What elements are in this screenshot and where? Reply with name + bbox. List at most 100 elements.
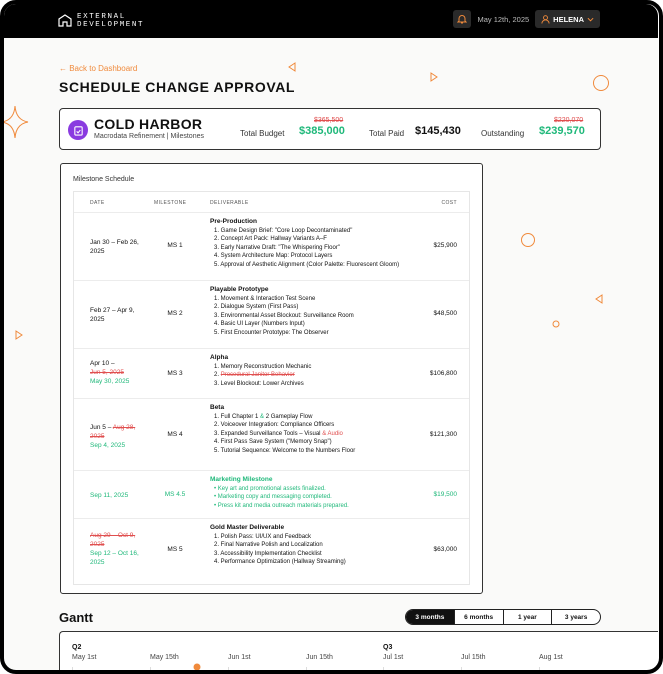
range-3-years[interactable]: 3 years	[551, 610, 600, 624]
notifications-button[interactable]	[453, 10, 472, 28]
table-row[interactable]: Apr 10 – Jun 5, 2025 May 30, 2025 MS 3 A…	[74, 348, 469, 398]
row-milestone: MS 5	[167, 546, 183, 553]
row-milestone: MS 1	[167, 242, 183, 249]
column-header-date: DATE	[90, 200, 105, 206]
gantt-gridline	[539, 667, 540, 670]
row-date: Feb 27 – Apr 9, 2025	[90, 307, 135, 323]
deliverable-item: 2. Final Narrative Polish and Localizati…	[214, 542, 323, 549]
project-subtitle: Macrodata Refinement | Milestones	[94, 133, 204, 140]
gantt-date: May 1st	[72, 654, 97, 661]
deliverable-item: 4. Basic UI Layer (Numbers Input)	[214, 321, 305, 328]
date-removed: Jun 5, 2025	[90, 369, 124, 376]
item-text: 2	[265, 414, 270, 420]
back-to-dashboard-link[interactable]: ← Back to Dashboard	[59, 64, 137, 73]
row-cost: $121,300	[429, 431, 457, 438]
triangle-right-icon	[15, 330, 23, 340]
deliverable-heading: Pre-Production	[210, 218, 257, 225]
table-row[interactable]: Feb 27 – Apr 9, 2025 MS 2 Playable Proto…	[74, 280, 469, 348]
range-6-months[interactable]: 6 months	[453, 610, 503, 624]
item-text: 3. Expanded Surveillance Tools – Visual	[214, 430, 321, 437]
gantt-date: Aug 1st	[539, 654, 563, 661]
user-menu[interactable]: HELENA	[535, 10, 600, 28]
deliverable-item: 3. Level Blockout: Lower Archives	[214, 380, 304, 387]
deliverable-heading: Gold Master Deliverable	[210, 524, 285, 531]
deliverable-item: 3. Environmental Asset Blockout: Surveil…	[214, 312, 354, 319]
page-title: SCHEDULE CHANGE APPROVAL	[59, 79, 296, 95]
outstanding-old: $220,070	[554, 117, 584, 124]
brand-line-2: DEVELOPMENT	[77, 21, 145, 29]
deliverable-item: 2. Dialogue System (First Pass)	[214, 304, 299, 311]
gantt-gridline	[150, 667, 151, 670]
circle-icon	[593, 75, 609, 91]
total-budget-value: $385,000	[299, 125, 345, 137]
column-header-milestone: MILESTONE	[154, 200, 187, 206]
gantt-chart: Q2 Q3 May 1st May 15th Jun 1st Jun 15th …	[59, 631, 658, 670]
deliverable-item: 4. First Pass Save System ("Memory Snap"…	[214, 439, 332, 446]
row-date: Jun 5 – Aug 28, 2025 Sep 4, 2025	[90, 423, 145, 450]
deliverable-item: 3. Accessibility Implementation Checklis…	[214, 550, 322, 557]
total-budget-old: $365,500	[314, 117, 344, 124]
deliverable-item: 5. Tutorial Sequence: Welcome to the Num…	[214, 447, 356, 454]
date-added: Sep 4, 2025	[90, 442, 126, 449]
date-start: Apr 10 –	[90, 360, 115, 367]
triangle-left-icon	[595, 294, 603, 304]
deliverable-item: 3. Early Narrative Draft: "The Whisperin…	[214, 244, 340, 251]
item-added: &	[260, 414, 265, 420]
app-window: EXTERNAL DEVELOPMENT May 12th, 2025 HELE…	[4, 4, 658, 670]
total-paid-label: Total Paid	[369, 129, 405, 138]
table-row[interactable]: Jun 5 – Aug 28, 2025 Sep 4, 2025 MS 4 Be…	[74, 398, 469, 470]
row-cost: $106,800	[429, 370, 457, 377]
deliverable-item: 4. System Architecture Map: Protocol Lay…	[214, 253, 333, 260]
deliverable-item: • Press kit and media outreach materials…	[214, 502, 349, 509]
item-removed: Procedural Janitor Behavior	[220, 372, 295, 379]
quarter-label: Q2	[72, 644, 82, 651]
range-1-year[interactable]: 1 year	[502, 610, 552, 624]
item-added: & Audio	[322, 430, 343, 437]
brand-logo[interactable]: EXTERNAL DEVELOPMENT	[58, 13, 144, 29]
current-date: May 12th, 2025	[477, 14, 530, 24]
row-deliverable: Beta 1. Full Chapter 1 & 2 Gameplay Flow…	[210, 403, 355, 455]
sparkle-icon	[4, 105, 29, 139]
card-title: Milestone Schedule	[73, 176, 135, 183]
gantt-gridline	[306, 667, 307, 670]
deliverable-item: 3. Expanded Surveillance Tools – Visual …	[214, 430, 355, 438]
range-selector: 3 months 6 months 1 year 3 years	[405, 609, 601, 625]
row-deliverable: Pre-Production 1. Game Design Brief: "Co…	[210, 217, 399, 269]
user-icon	[541, 14, 550, 24]
gantt-date: Jun 15th	[306, 654, 333, 661]
project-summary: COLD HARBOR Macrodata Refinement | Miles…	[59, 108, 601, 150]
chevron-down-icon	[587, 17, 594, 22]
top-bar: EXTERNAL DEVELOPMENT May 12th, 2025 HELE…	[4, 4, 658, 38]
gantt-date: Jul 15th	[461, 654, 486, 661]
circle-icon	[521, 233, 535, 247]
date-added: Sep 12 – Oct 16, 2025	[90, 550, 139, 566]
row-deliverable: Gold Master Deliverable 1. Polish Pass: …	[210, 523, 346, 567]
column-header-cost: COST	[441, 200, 457, 206]
outstanding-label: Outstanding	[481, 129, 525, 138]
row-deliverable: Playable Prototype 1. Movement & Interac…	[210, 285, 354, 337]
project-avatar	[68, 120, 88, 140]
item-text: Gameplay Flow	[270, 414, 313, 420]
today-marker-icon	[193, 663, 201, 670]
table-row[interactable]: Jan 30 – Feb 26, 2025 MS 1 Pre-Productio…	[74, 212, 469, 280]
row-milestone: MS 3	[167, 370, 183, 377]
row-date: Jan 30 – Feb 26, 2025	[90, 239, 139, 255]
gantt-gridline	[461, 667, 462, 670]
deliverable-item: 2. Procedural Janitor Behavior	[214, 371, 311, 379]
deliverable-item: 1. Polish Pass: UI/UX and Feedback	[214, 534, 312, 540]
table-row[interactable]: Aug 29 – Oct 9, 2025 Sep 12 – Oct 16, 20…	[74, 518, 469, 584]
gantt-gridline	[383, 667, 384, 670]
deliverable-item: 4. Performance Optimization (Hallway Str…	[214, 559, 346, 566]
date-added: May 30, 2025	[90, 378, 130, 385]
range-3-months[interactable]: 3 months	[406, 610, 454, 624]
deliverable-item: 1. Memory Reconstruction Mechanic	[214, 364, 312, 370]
row-date: Aug 29 – Oct 9, 2025 Sep 12 – Oct 16, 20…	[90, 531, 145, 567]
deliverable-heading: Marketing Milestone	[210, 476, 273, 483]
table-row[interactable]: Sep 11, 2025 MS 4.5 Marketing Milestone …	[74, 470, 469, 518]
row-cost: $63,000	[433, 546, 458, 553]
row-deliverable: Marketing Milestone • Key art and promot…	[210, 475, 349, 510]
brand-line-1: EXTERNAL	[77, 13, 126, 21]
deliverable-item: 5. First Encounter Prototype: The Observ…	[214, 329, 329, 336]
date-start: Jun 5 –	[90, 424, 112, 431]
deliverable-heading: Beta	[210, 404, 225, 411]
